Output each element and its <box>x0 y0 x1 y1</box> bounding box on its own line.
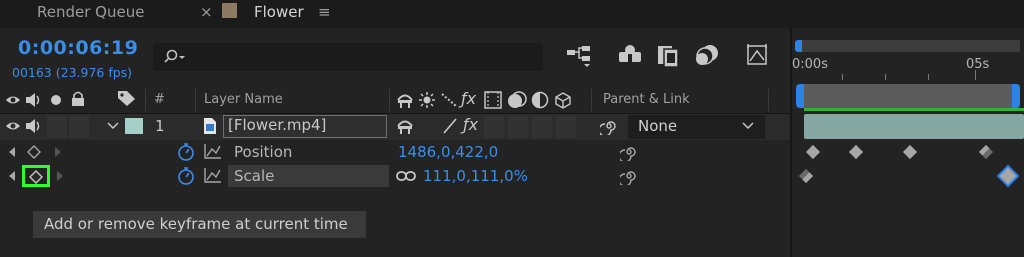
graph-icon[interactable] <box>204 167 222 183</box>
layer-shy-switch[interactable] <box>396 117 414 135</box>
footage-file-icon <box>204 118 216 134</box>
scale-value[interactable]: 111,0,111,0% <box>423 167 528 185</box>
effects-fx-icon[interactable]: ƒx <box>461 89 476 108</box>
layer-3d-toggle[interactable] <box>556 116 576 138</box>
solo-dot-icon[interactable] <box>51 95 61 105</box>
column-number: # <box>154 92 165 107</box>
ruler-tick <box>975 70 976 80</box>
layer-label-color[interactable] <box>125 118 143 134</box>
column-parent-link[interactable]: Parent & Link <box>603 92 690 107</box>
chevron-down-icon <box>742 122 754 130</box>
layer-lock-toggle[interactable] <box>69 116 89 138</box>
eye-icon[interactable] <box>5 94 21 106</box>
frame-blend-switch-icon[interactable] <box>484 91 502 109</box>
layer-motion-blur-toggle[interactable] <box>508 116 528 138</box>
next-keyframe-icon[interactable] <box>53 146 63 158</box>
scale-label: Scale <box>234 167 275 185</box>
position-keyframe[interactable] <box>902 144 918 160</box>
flowchart-icon[interactable] <box>566 44 594 68</box>
current-time-display[interactable]: 0:00:06:19 <box>18 37 138 59</box>
graph-icon[interactable] <box>204 143 222 159</box>
pickwhip-spiral-icon[interactable] <box>600 117 618 135</box>
tooltip: Add or remove keyframe at current time <box>33 211 366 238</box>
scale-pickwhip-icon[interactable] <box>620 167 638 185</box>
add-keyframe-icon[interactable] <box>27 145 41 159</box>
position-label: Position <box>234 143 293 161</box>
prev-keyframe-icon[interactable] <box>7 146 17 158</box>
draft-3d-icon[interactable] <box>616 44 644 68</box>
composition-swatch-icon <box>222 3 237 18</box>
parent-dropdown-value: None <box>638 117 678 135</box>
stopwatch-icon[interactable] <box>176 166 196 186</box>
frame-count-display: 00163 (23.976 fps) <box>12 65 133 80</box>
column-separator <box>145 89 146 111</box>
column-separator <box>768 89 769 111</box>
tab-menu-icon[interactable]: ≡ <box>318 0 331 28</box>
tab-flower[interactable]: Flower <box>254 0 304 28</box>
motion-blur-switch-icon[interactable] <box>506 90 528 110</box>
keyframe-diamond-icon <box>29 170 43 184</box>
layer-frame-blend-toggle[interactable] <box>484 116 504 138</box>
speaker-icon[interactable] <box>25 92 43 108</box>
layer-solo-toggle[interactable] <box>47 116 67 138</box>
position-keyframe[interactable] <box>805 144 821 160</box>
motion-blur-icon[interactable] <box>693 42 721 68</box>
search-icon <box>164 49 185 63</box>
twirl-down-chevron-icon[interactable] <box>107 122 119 130</box>
time-navigator-start-handle[interactable] <box>795 40 802 52</box>
position-keyframe[interactable] <box>978 144 994 160</box>
position-keyframe[interactable] <box>848 144 864 160</box>
layer-name: [Flower.mp4] <box>228 116 327 134</box>
column-separator <box>591 89 592 111</box>
ruler-label-start: 0:00s <box>792 57 828 72</box>
lock-icon[interactable] <box>71 91 85 107</box>
constrain-proportions-icon[interactable] <box>396 170 416 182</box>
position-pickwhip-icon[interactable] <box>620 143 638 161</box>
scale-keyframe[interactable] <box>798 168 814 184</box>
3d-layer-icon[interactable] <box>554 91 572 109</box>
tab-close-button[interactable]: × <box>200 0 213 28</box>
layer-index: 1 <box>155 117 165 135</box>
ruler-tick <box>928 74 929 80</box>
position-value[interactable]: 1486,0,422,0 <box>398 143 498 161</box>
layer-duration-bar[interactable] <box>804 114 1024 139</box>
tab-render-queue[interactable]: Render Queue <box>37 0 144 28</box>
layer-fx-switch[interactable]: ƒx <box>463 115 478 134</box>
prev-keyframe-icon[interactable] <box>7 170 17 182</box>
search-input[interactable] <box>153 43 543 71</box>
adjustment-layer-icon[interactable] <box>531 91 549 109</box>
work-area-start-handle[interactable] <box>796 84 804 108</box>
next-keyframe-icon[interactable] <box>55 170 65 182</box>
tab-bar <box>0 0 1024 28</box>
work-area-bar[interactable] <box>800 84 1020 108</box>
graph-editor-icon[interactable] <box>745 42 771 68</box>
scale-keyframe-selected[interactable] <box>999 167 1017 185</box>
work-area-end-handle[interactable] <box>1012 84 1020 108</box>
ruler-label-05s: 05s <box>966 57 990 72</box>
shy-icon[interactable] <box>396 91 414 109</box>
time-navigator[interactable] <box>796 40 1020 52</box>
column-layer-name[interactable]: Layer Name <box>204 92 283 107</box>
layer-audio-icon[interactable] <box>25 118 43 134</box>
ruler-tick <box>885 74 886 80</box>
frame-blending-icon[interactable] <box>656 44 682 68</box>
stopwatch-icon[interactable] <box>176 142 196 162</box>
ruler-tick <box>842 74 843 80</box>
layer-eye-icon[interactable] <box>5 120 21 132</box>
layer-adjustment-toggle[interactable] <box>532 116 552 138</box>
render-cache-bar <box>804 108 1024 111</box>
column-separator <box>195 89 196 111</box>
tag-icon[interactable] <box>117 89 137 107</box>
quality-icon[interactable] <box>440 91 458 109</box>
layer-quality-switch[interactable] <box>442 117 458 135</box>
collapse-transform-icon[interactable] <box>418 91 436 109</box>
column-separator <box>389 89 390 111</box>
